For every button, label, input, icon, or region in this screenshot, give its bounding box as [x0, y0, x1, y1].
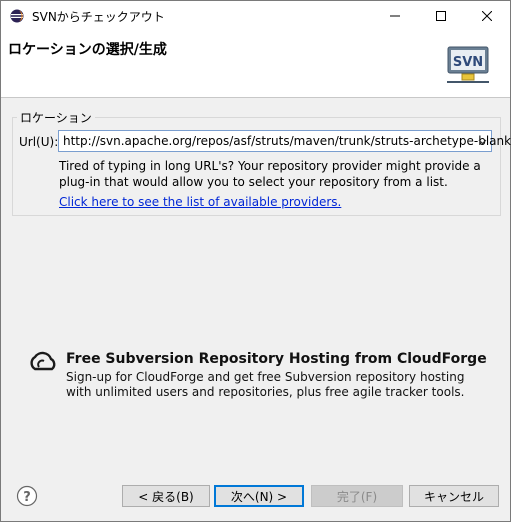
providers-link[interactable]: Click here to see the list of available … — [59, 195, 341, 209]
finish-button[interactable]: 完了(F) — [311, 485, 403, 507]
back-button[interactable]: < 戻る(B) — [122, 485, 210, 507]
maximize-button[interactable] — [418, 1, 464, 31]
svg-text:?: ? — [23, 490, 31, 505]
checkout-dialog: SVNからチェックアウト ロケーションの選択/生成 SVN ロケーション Url… — [0, 0, 511, 522]
cancel-button[interactable]: キャンセル — [409, 485, 499, 507]
svn-logo-icon: SVN — [447, 46, 489, 83]
minimize-button[interactable] — [372, 1, 418, 31]
close-button[interactable] — [464, 1, 510, 31]
url-value: http://svn.apache.org/repos/asf/struts/m… — [63, 134, 511, 148]
help-icon[interactable]: ? — [16, 485, 38, 507]
url-combobox[interactable]: http://svn.apache.org/repos/asf/struts/m… — [58, 130, 511, 152]
cloudforge-icon — [30, 351, 56, 371]
eclipse-icon — [10, 9, 24, 23]
url-label: Url(U): — [19, 135, 59, 149]
chevron-down-icon[interactable] — [478, 137, 487, 146]
title-bar: SVNからチェックアウト — [1, 1, 510, 31]
cloudforge-title: Free Subversion Repository Hosting from … — [66, 351, 487, 367]
next-button[interactable]: 次へ(N) > — [214, 485, 304, 507]
page-title: ロケーションの選択/生成 — [8, 42, 167, 58]
location-group-label: ロケーション — [17, 109, 95, 126]
maximize-icon — [436, 11, 446, 21]
close-icon — [482, 11, 492, 21]
wizard-banner: ロケーションの選択/生成 SVN — [1, 31, 510, 98]
minimize-icon — [390, 15, 400, 17]
window-title: SVNからチェックアウト — [32, 10, 165, 24]
svn-logo-text: SVN — [453, 55, 483, 70]
provider-hint: Tired of typing in long URL's? Your repo… — [59, 159, 481, 189]
cloudforge-description: Sign-up for CloudForge and get free Subv… — [66, 370, 465, 399]
